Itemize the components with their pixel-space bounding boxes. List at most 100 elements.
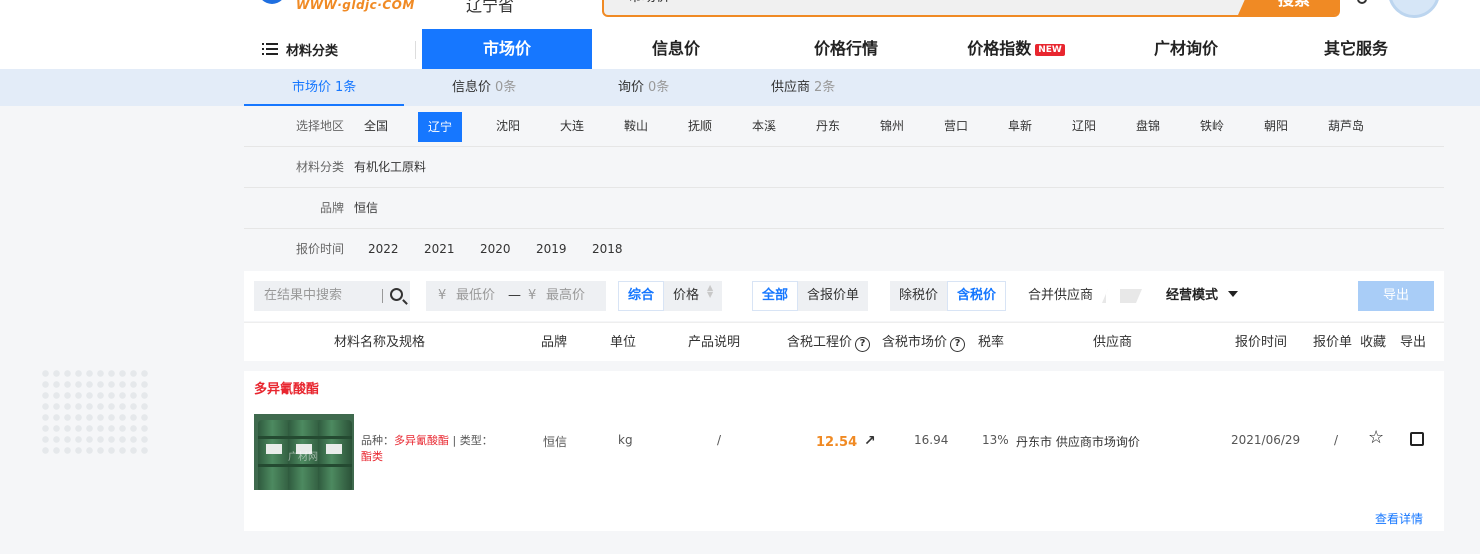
region-selector[interactable]: 辽宁省 (466, 0, 514, 16)
year-option[interactable]: 2020 (480, 229, 511, 270)
nav-price-index[interactable]: 价格指数 NEW (956, 29, 1076, 69)
region-option-selected[interactable]: 辽宁 (418, 112, 463, 142)
export-button[interactable]: 导出 (1358, 281, 1434, 311)
region-option[interactable]: 大连 (560, 106, 584, 147)
avatar[interactable] (1388, 0, 1440, 18)
price-range-input[interactable]: ¥ 最低价 — ¥ 最高价 (426, 281, 606, 311)
tax-excluded-button[interactable]: 除税价 (890, 281, 947, 311)
brand-filter-row: 品牌 恒信 (244, 188, 1444, 229)
region-option[interactable]: 丹东 (816, 106, 840, 147)
quote-sheet-cell: / (1334, 433, 1339, 447)
nav-price-trend[interactable]: 价格行情 (792, 29, 900, 69)
tax-toggle-group: 除税价 含税价 (890, 281, 1007, 311)
unit-cell: kg (618, 433, 633, 447)
region-option[interactable]: 辽阳 (1072, 106, 1096, 147)
favorite-star-icon[interactable]: ☆ (1368, 427, 1384, 448)
nav-market-price[interactable]: 市场价 (422, 29, 592, 69)
max-price-field[interactable]: 最高价 (546, 281, 585, 311)
category-filter-row: 材料分类 有机化工原料 (244, 147, 1444, 188)
business-mode-dropdown[interactable]: 经营模式 (1166, 281, 1239, 311)
input-divider (382, 289, 383, 303)
category-menu-button[interactable]: 材料分类 (262, 29, 338, 69)
supplier-cell[interactable]: 丹东市 供应商市场询价 (1016, 433, 1140, 450)
search-button-label: 搜索 (1278, 0, 1310, 10)
tab-inquiry[interactable]: 询价 0条 (618, 69, 669, 106)
time-filter-row: 报价时间 2022 2021 2020 2019 2018 (244, 229, 1444, 270)
help-icon[interactable]: ? (950, 337, 966, 352)
year-option[interactable]: 2021 (424, 229, 455, 270)
search-icon[interactable] (390, 288, 403, 301)
sort-general-button[interactable]: 综合 (618, 281, 665, 311)
tab-supplier[interactable]: 供应商 2条 (771, 69, 835, 106)
nav-divider (415, 41, 416, 59)
filter-with-quote-button[interactable]: 含报价单 (798, 281, 868, 311)
region-option[interactable]: 抚顺 (688, 106, 712, 147)
variety-value: 多异氰酸酯 (394, 434, 449, 447)
brand-cell: 恒信 (543, 435, 568, 449)
region-option[interactable]: 本溪 (752, 106, 776, 147)
region-option[interactable]: 沈阳 (496, 106, 520, 147)
price-trend-icon[interactable]: ↗ (864, 433, 876, 449)
region-option[interactable]: 锦州 (880, 106, 904, 147)
result-card: 多异氰酸酯 广材网 品种：多异氰酸酯 | 类型： 酯类 恒信 kg / 12.5… (244, 371, 1444, 531)
help-icon[interactable]: ? (855, 337, 871, 352)
search-type-select[interactable]: 市场价 (628, 0, 670, 6)
nav-price-index-label: 价格指数 (967, 39, 1032, 58)
caret-down-icon (1228, 291, 1239, 297)
result-search-input[interactable]: 在结果中搜索 (254, 281, 410, 311)
currency-symbol: ¥ (438, 288, 447, 303)
result-search-placeholder: 在结果中搜索 (264, 288, 343, 303)
new-badge: NEW (1035, 44, 1065, 56)
engineering-price-cell: 12.54 (816, 435, 858, 450)
type-value: 酯类 (361, 450, 383, 463)
min-price-field[interactable]: 最低价 (456, 281, 495, 311)
category-option[interactable]: 有机化工原料 (354, 147, 426, 188)
brand-option[interactable]: 恒信 (354, 188, 378, 229)
user-menu-chevron-icon[interactable] (1357, 0, 1367, 4)
merge-supplier-toggle[interactable] (1102, 289, 1142, 303)
site-header: WWW·gldjc·COM 辽宁省 市场价 搜索 材料分类 市场价 信息价 价格… (0, 0, 1480, 69)
view-details-link[interactable]: 查看详情 (1375, 510, 1423, 527)
region-option[interactable]: 鞍山 (624, 106, 648, 147)
col-brand: 品牌 (541, 335, 568, 350)
menu-icon (262, 43, 278, 55)
nav-info-price[interactable]: 信息价 (622, 29, 730, 69)
filter-all-button[interactable]: 全部 (752, 281, 799, 311)
region-option[interactable]: 阜新 (1008, 106, 1032, 147)
tab-info-price[interactable]: 信息价 0条 (452, 69, 516, 106)
nav-inquiry[interactable]: 广材询价 (1132, 29, 1240, 69)
region-option[interactable]: 盘锦 (1136, 106, 1160, 147)
search-button[interactable]: 搜索 (1238, 0, 1340, 15)
region-option[interactable]: 营口 (944, 106, 968, 147)
tax-included-button[interactable]: 含税价 (947, 281, 1007, 311)
sort-price-button[interactable]: 价格 ▲ ▼ (664, 281, 722, 311)
tab-count: 0条 (648, 80, 670, 95)
market-price-cell: 16.94 (914, 433, 949, 447)
tab-count: 0条 (495, 80, 517, 95)
year-option[interactable]: 2022 (368, 229, 399, 270)
region-option[interactable]: 全国 (364, 106, 388, 147)
logo-mark[interactable] (258, 0, 286, 4)
col-market-price: 含税市场价? (882, 323, 966, 362)
region-filter-row: 选择地区 全国 辽宁 沈阳 大连 鞍山 抚顺 本溪 丹东 锦州 营口 阜新 辽阳… (244, 106, 1444, 147)
region-option[interactable]: 葫芦岛 (1328, 106, 1364, 147)
product-image[interactable]: 广材网 (254, 414, 354, 490)
logo-text[interactable]: WWW·gldjc·COM (296, 0, 415, 12)
col-engineering-price: 含税工程价? (787, 323, 871, 362)
global-search-box[interactable]: 市场价 搜索 (602, 0, 1340, 17)
tax-rate-cell: 13% (982, 433, 1009, 447)
year-option[interactable]: 2019 (536, 229, 567, 270)
category-filter-label: 材料分类 (295, 160, 344, 174)
nav-other-services[interactable]: 其它服务 (1302, 29, 1410, 69)
quote-filter-group: 全部 含报价单 (752, 281, 869, 311)
result-title[interactable]: 多异氰酸酯 (254, 378, 319, 397)
tab-count: 2条 (814, 80, 836, 95)
region-option[interactable]: 铁岭 (1200, 106, 1224, 147)
tab-label: 市场价 (292, 80, 332, 95)
region-option[interactable]: 朝阳 (1264, 106, 1288, 147)
main-nav: 材料分类 市场价 信息价 价格行情 价格指数 NEW 广材询价 其它服务 (244, 29, 1444, 69)
year-option[interactable]: 2018 (592, 229, 623, 270)
sort-group: 综合 价格 ▲ ▼ (618, 281, 723, 311)
tab-market-price[interactable]: 市场价 1条 (292, 69, 356, 106)
export-checkbox[interactable] (1410, 432, 1424, 446)
